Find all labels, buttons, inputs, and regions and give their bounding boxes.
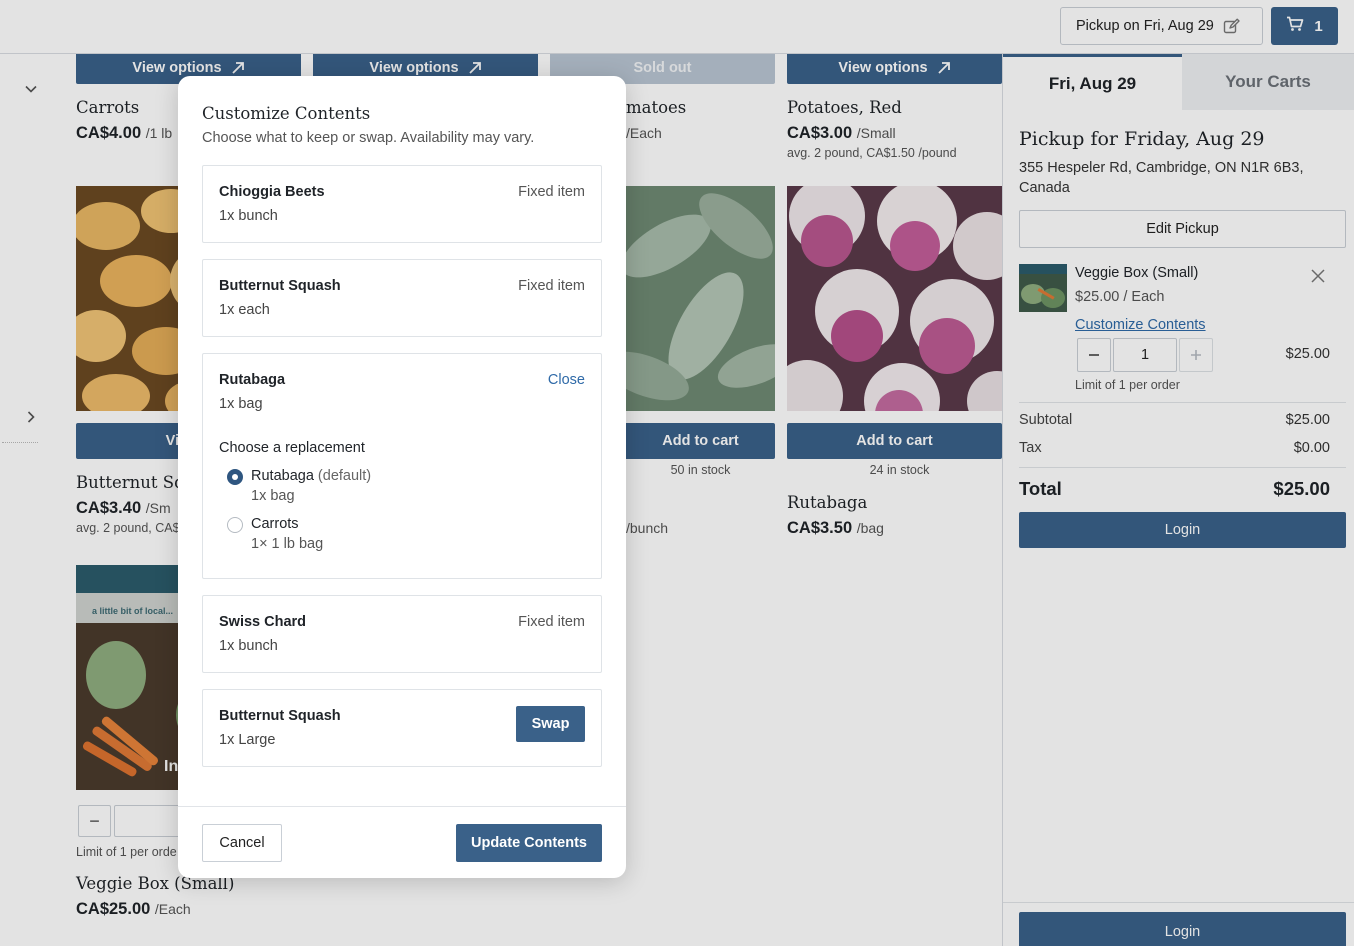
radio-carrots[interactable]	[227, 517, 243, 533]
content-item: Butternut Squash 1x each Fixed item	[202, 259, 602, 337]
radio-rutabaga-selected[interactable]	[227, 469, 243, 485]
item-qty: 1x each	[219, 302, 270, 318]
cancel-button[interactable]: Cancel	[202, 824, 282, 862]
option-name[interactable]: Carrots	[251, 516, 299, 532]
replacement-option-label[interactable]: Rutabaga (default)	[251, 468, 371, 484]
item-name: Butternut Squash	[219, 708, 341, 724]
option-suffix: (default)	[317, 468, 372, 484]
modal-title: Customize Contents	[202, 104, 371, 123]
swap-button[interactable]: Swap	[516, 706, 585, 742]
item-qty: 1x bunch	[219, 638, 278, 654]
item-name: Chioggia Beets	[219, 184, 325, 200]
modal-footer-divider	[178, 806, 626, 807]
option-name: Rutabaga	[251, 468, 314, 484]
item-qty: 1x bunch	[219, 208, 278, 224]
item-qty: 1x Large	[219, 732, 276, 748]
content-item-expanded: Rutabaga 1x bag Close Choose a replaceme…	[202, 353, 602, 579]
replacement-heading: Choose a replacement	[219, 440, 365, 456]
content-item: Chioggia Beets 1x bunch Fixed item	[202, 165, 602, 243]
content-item: Swiss Chard 1x bunch Fixed item	[202, 595, 602, 673]
item-qty: 1x bag	[219, 396, 263, 412]
item-name: Swiss Chard	[219, 614, 307, 630]
item-name: Rutabaga	[219, 372, 286, 388]
fixed-item-badge: Fixed item	[518, 614, 585, 630]
fixed-item-badge: Fixed item	[518, 278, 585, 294]
content-item: Butternut Squash 1x Large Swap	[202, 689, 602, 767]
update-contents-button[interactable]: Update Contents	[456, 824, 602, 862]
option-qty: 1× 1 lb bag	[251, 536, 324, 552]
close-replacement-link[interactable]: Close	[548, 372, 585, 388]
fixed-item-badge: Fixed item	[518, 184, 585, 200]
modal-subtitle: Choose what to keep or swap. Availabilit…	[202, 130, 535, 146]
item-name: Butternut Squash	[219, 278, 341, 294]
customize-contents-modal: Customize Contents Choose what to keep o…	[178, 76, 626, 878]
option-qty: 1x bag	[251, 488, 295, 504]
